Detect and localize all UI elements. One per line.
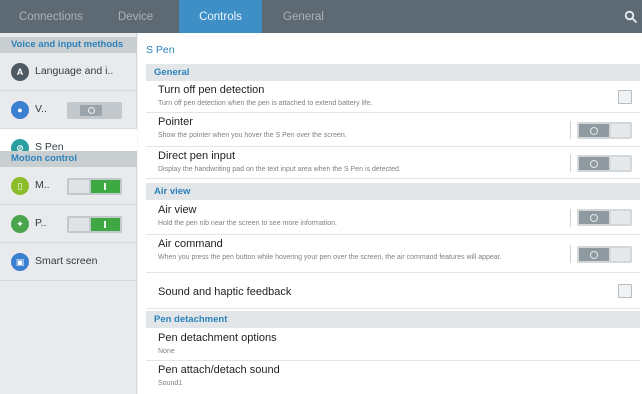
voice-toggle[interactable] (67, 102, 122, 119)
row-subtitle: Sound1 (158, 380, 183, 387)
motion-icon: ▯ (11, 177, 29, 195)
sidebar-item-label: Language and i.. (35, 65, 114, 77)
divider (570, 209, 571, 227)
divider (570, 154, 571, 172)
settings-window: Connections Device Controls General Voic… (0, 0, 642, 394)
sound-haptic-checkbox[interactable] (618, 284, 632, 298)
row-sound-haptic[interactable]: Sound and haptic feedback (146, 273, 640, 309)
sidebar-item-label: M.. (35, 179, 50, 191)
row-subtitle: Hold the pen nib near the screen to see … (158, 220, 337, 227)
direct-pen-input-toggle[interactable] (577, 155, 632, 172)
sidebar-category-voice-input: Voice and input methods (0, 37, 137, 53)
row-subtitle: Turn off pen detection when the pen is a… (158, 100, 373, 107)
sidebar-item-language[interactable]: A Language and i.. (0, 53, 137, 91)
air-view-toggle[interactable] (577, 209, 632, 226)
row-subtitle: Display the handwriting pad on the text … (158, 166, 401, 173)
sidebar: Voice and input methods A Language and i… (0, 33, 137, 394)
row-pen-attach-detach-sound[interactable]: Pen attach/detach sound Sound1 (146, 361, 640, 393)
smart-screen-icon: ▣ (11, 253, 29, 271)
row-direct-pen-input[interactable]: Direct pen input Display the handwriting… (146, 147, 640, 179)
microphone-icon: ● (11, 101, 29, 119)
divider (570, 245, 571, 263)
sidebar-category-motion: Motion control (0, 151, 137, 167)
sidebar-item-label: Smart screen (35, 255, 98, 267)
sidebar-item-smart-screen[interactable]: ▣ Smart screen (0, 243, 137, 281)
row-pen-detachment-options[interactable]: Pen detachment options None (146, 329, 640, 361)
row-subtitle: Show the pointer when you hover the S Pe… (158, 132, 347, 139)
motion-toggle[interactable] (67, 178, 122, 195)
row-title: Sound and haptic feedback (158, 286, 292, 298)
row-air-view[interactable]: Air view Hold the pen nib near the scree… (146, 201, 640, 235)
pointer-toggle[interactable] (577, 122, 632, 139)
row-title: Turn off pen detection (158, 84, 265, 96)
page-title: S Pen (146, 44, 175, 56)
section-air-view: Air view (146, 183, 640, 200)
row-title: Direct pen input (158, 150, 236, 162)
row-title: Air view (158, 204, 197, 216)
palm-motion-icon: ✦ (11, 215, 29, 233)
row-subtitle: When you press the pen button while hove… (158, 254, 502, 261)
row-turn-off-pen-detection[interactable]: Turn off pen detection Turn off pen dete… (146, 81, 640, 113)
row-air-command[interactable]: Air command When you press the pen butto… (146, 235, 640, 273)
main-panel: S Pen General Turn off pen detection Tur… (138, 33, 642, 394)
row-title: Air command (158, 238, 223, 250)
air-command-toggle[interactable] (577, 246, 632, 263)
sidebar-item-motion[interactable]: ▯ M.. (0, 167, 137, 205)
divider (570, 121, 571, 139)
row-title: Pen detachment options (158, 332, 277, 344)
search-icon[interactable] (624, 10, 638, 24)
row-title: Pen attach/detach sound (158, 364, 280, 376)
top-tab-bar: Connections Device Controls General (0, 0, 642, 33)
keyboard-icon: A (11, 63, 29, 81)
row-subtitle: None (158, 348, 175, 355)
palm-motion-toggle[interactable] (67, 216, 122, 233)
sidebar-item-label: V.. (35, 103, 47, 115)
tab-device[interactable]: Device (118, 0, 168, 33)
tab-controls[interactable]: Controls (179, 0, 262, 33)
sidebar-item-voice[interactable]: ● V.. (0, 91, 137, 129)
tab-connections[interactable]: Connections (19, 0, 99, 33)
tab-general[interactable]: General (283, 0, 343, 33)
row-title: Pointer (158, 116, 193, 128)
section-general: General (146, 64, 640, 81)
sidebar-item-label: P.. (35, 217, 47, 229)
section-pen-detachment: Pen detachment (146, 311, 640, 328)
row-pointer[interactable]: Pointer Show the pointer when you hover … (146, 113, 640, 147)
sidebar-item-palm-motion[interactable]: ✦ P.. (0, 205, 137, 243)
pen-detection-checkbox[interactable] (618, 90, 632, 104)
